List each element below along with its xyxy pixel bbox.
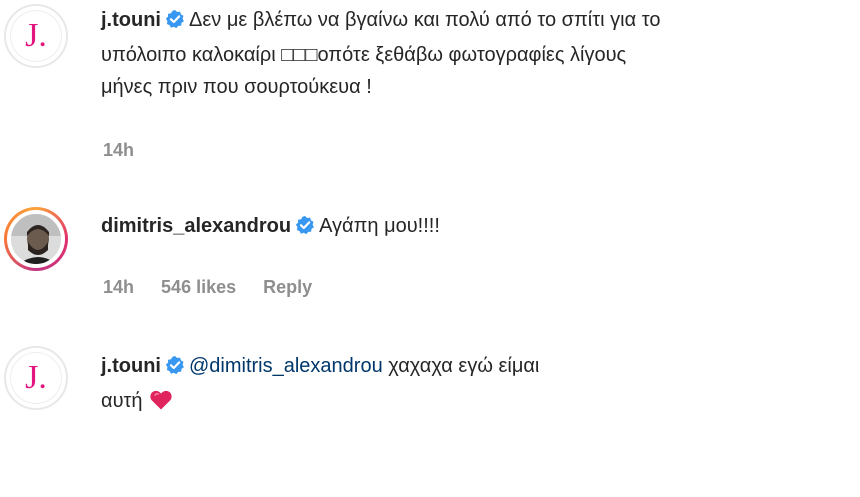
username[interactable]: dimitris_alexandrou (101, 215, 291, 237)
avatar-letter: J. (10, 10, 62, 62)
verified-badge-icon (165, 7, 185, 39)
comment-body: j.touni Δεν με βλέπω να βγαίνω και πολύ α… (101, 4, 841, 103)
heart-emoji-icon (149, 389, 173, 421)
comment-text: Αγάπη μου!!!! (319, 215, 440, 237)
comment-line-3: μήνες πριν που σουρτούκευα ! (101, 76, 372, 98)
avatar-j-touni[interactable]: J. (4, 346, 68, 410)
profile-photo (11, 214, 61, 264)
comment-body: dimitris_alexandrou Αγάπη μου!!!! (101, 210, 841, 245)
verified-badge-icon (295, 213, 315, 245)
avatar-letter: J. (10, 352, 62, 404)
likes-count[interactable]: 546 likes (161, 277, 236, 297)
comment-meta: 14h (103, 140, 156, 161)
timestamp[interactable]: 14h (103, 277, 134, 297)
avatar-j-touni[interactable]: J. (4, 4, 68, 68)
comment-line-1: Δεν με βλέπω να βγαίνω και πολύ από το σ… (188, 9, 661, 31)
avatar-dimitris-alexandrou[interactable] (4, 207, 68, 271)
comment-text: χαχαχα εγώ είμαι (382, 355, 540, 377)
comments-thread: J. j.touni Δεν με βλέπω να βγαίνω και πολ… (0, 0, 860, 497)
comment-body: j.touni @dimitris_alexandrou χαχαχα εγώ ε… (101, 350, 841, 421)
reply-button[interactable]: Reply (263, 277, 312, 297)
timestamp[interactable]: 14h (103, 140, 134, 160)
comment-line-2: αυτή (101, 390, 143, 412)
username[interactable]: j.touni (101, 355, 161, 377)
comment-line-2: υπόλοιπο καλοκαίρι □□□οπότε ξεθάβω φωτογ… (101, 44, 627, 66)
username[interactable]: j.touni (101, 9, 161, 31)
verified-badge-icon (165, 353, 185, 385)
comment-meta: 14h 546 likes Reply (103, 277, 334, 298)
mention-link[interactable]: @dimitris_alexandrou (189, 355, 383, 377)
